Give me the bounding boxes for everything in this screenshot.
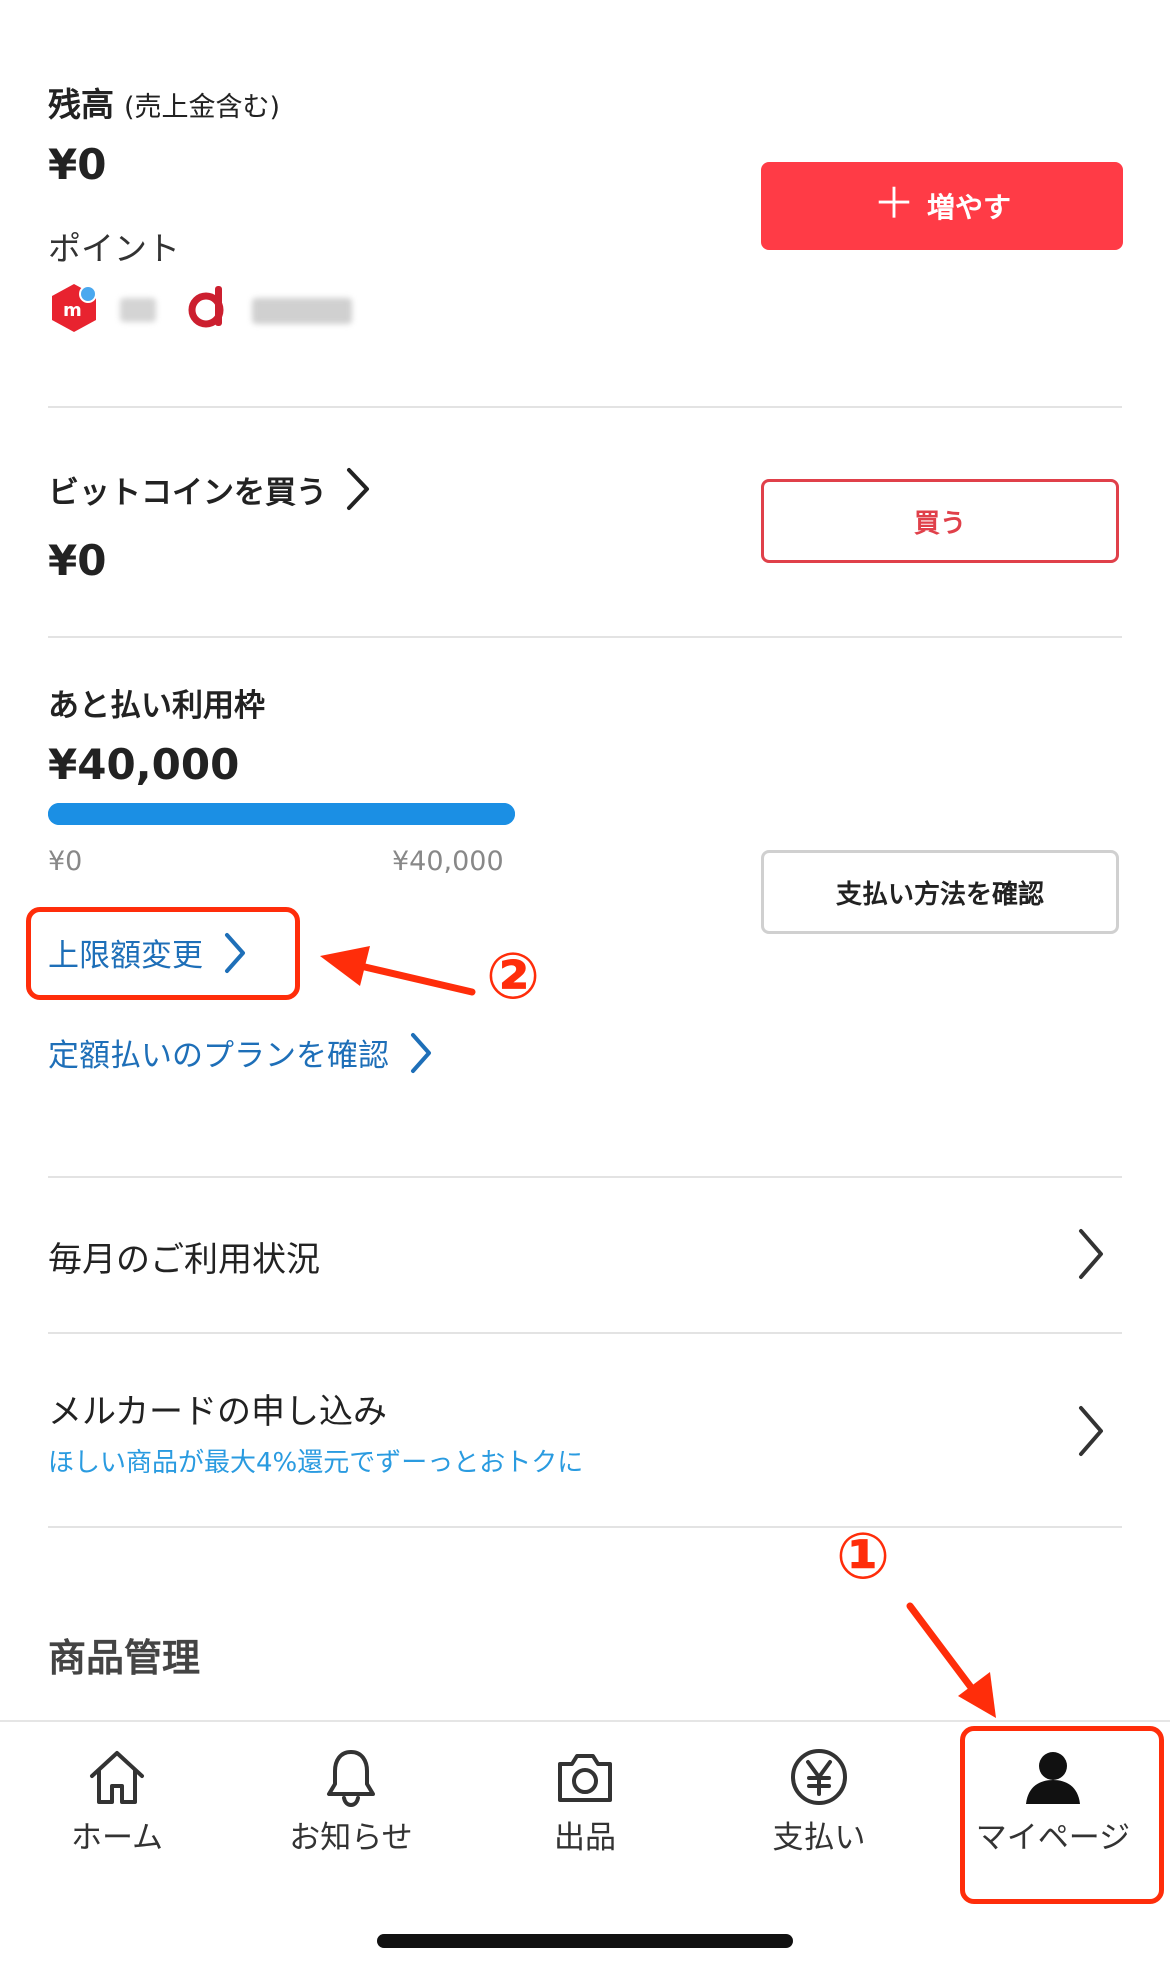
- fixed-plan-label: 定額払いのプランを確認: [48, 1038, 389, 1074]
- tab-notifications-label: お知らせ: [289, 1820, 413, 1856]
- d-point-value-blurred: [252, 298, 352, 324]
- home-icon: [90, 1751, 144, 1804]
- d-point-icon: [188, 286, 224, 328]
- points-row: m: [48, 278, 368, 334]
- divider: [48, 1526, 1122, 1528]
- chevron-right-icon: [1079, 1229, 1103, 1279]
- divider: [48, 1332, 1122, 1334]
- mercard-apply-row[interactable]: メルカードの申し込み: [48, 1384, 387, 1433]
- atobarai-amount: ¥40,000: [48, 740, 240, 789]
- mercari-point-value-blurred: [120, 298, 156, 322]
- credit-limit-progress: [48, 803, 515, 825]
- increase-button-label: 増やす: [927, 192, 1012, 223]
- chevron-right-icon: [1079, 1406, 1103, 1456]
- balance-title: 残高 (売上金含む): [48, 78, 280, 126]
- annotation-highlight-limit: [26, 907, 300, 1000]
- mercari-point-icon: m: [52, 284, 97, 332]
- svg-text:m: m: [63, 300, 82, 321]
- check-payment-method-button[interactable]: 支払い方法を確認: [761, 850, 1119, 934]
- bitcoin-title: ビットコインを買う: [48, 474, 327, 511]
- section-heading-product-management: 商品管理: [48, 1636, 201, 1680]
- progress-max-label: ¥40,000: [392, 846, 504, 877]
- increase-balance-button[interactable]: ＋ 増やす: [761, 162, 1123, 250]
- divider: [48, 1176, 1122, 1178]
- bell-icon: [327, 1750, 375, 1808]
- fixed-plan-link[interactable]: 定額払いのプランを確認: [48, 1030, 433, 1075]
- tab-payment-label: 支払い: [772, 1820, 866, 1856]
- monthly-usage-row[interactable]: 毎月のご利用状況: [48, 1232, 320, 1281]
- tab-payment[interactable]: 支払い: [702, 1722, 936, 1882]
- bitcoin-link[interactable]: ビットコインを買う: [48, 466, 371, 512]
- points-label: ポイント: [48, 229, 180, 268]
- tab-sell[interactable]: 出品: [468, 1722, 702, 1882]
- home-indicator: [377, 1934, 793, 1948]
- tab-sell-label: 出品: [554, 1820, 616, 1856]
- tab-notifications[interactable]: お知らせ: [234, 1722, 468, 1882]
- tab-home-label: ホーム: [70, 1820, 164, 1856]
- divider: [48, 636, 1122, 638]
- divider: [48, 406, 1122, 408]
- chevron-right-icon: [347, 468, 369, 510]
- plus-icon: ＋: [872, 180, 915, 227]
- annotation-arrow-icon: [906, 1602, 996, 1718]
- annotation-step-2: ②: [486, 940, 541, 1014]
- balance-title-label: 残高: [48, 85, 114, 124]
- tab-home[interactable]: ホーム: [0, 1722, 234, 1882]
- buy-bitcoin-button[interactable]: 買う: [761, 479, 1119, 563]
- balance-amount: ¥0: [48, 140, 107, 189]
- credit-limit-progress-fill: [48, 803, 515, 825]
- camera-icon: [558, 1754, 612, 1802]
- balance-subtitle: (売上金含む): [124, 92, 281, 123]
- progress-min-label: ¥0: [48, 846, 83, 877]
- annotation-highlight-mypage: [960, 1726, 1164, 1904]
- mercard-apply-subtitle: ほしい商品が最大4%還元でずーっとおトクに: [48, 1448, 584, 1478]
- atobarai-title: あと払い利用枠: [48, 688, 265, 724]
- annotation-arrow-icon: [320, 946, 476, 996]
- bitcoin-amount: ¥0: [48, 536, 107, 585]
- yen-icon: [791, 1749, 847, 1805]
- chevron-right-icon: [411, 1032, 431, 1073]
- annotation-step-1: ①: [836, 1520, 891, 1594]
